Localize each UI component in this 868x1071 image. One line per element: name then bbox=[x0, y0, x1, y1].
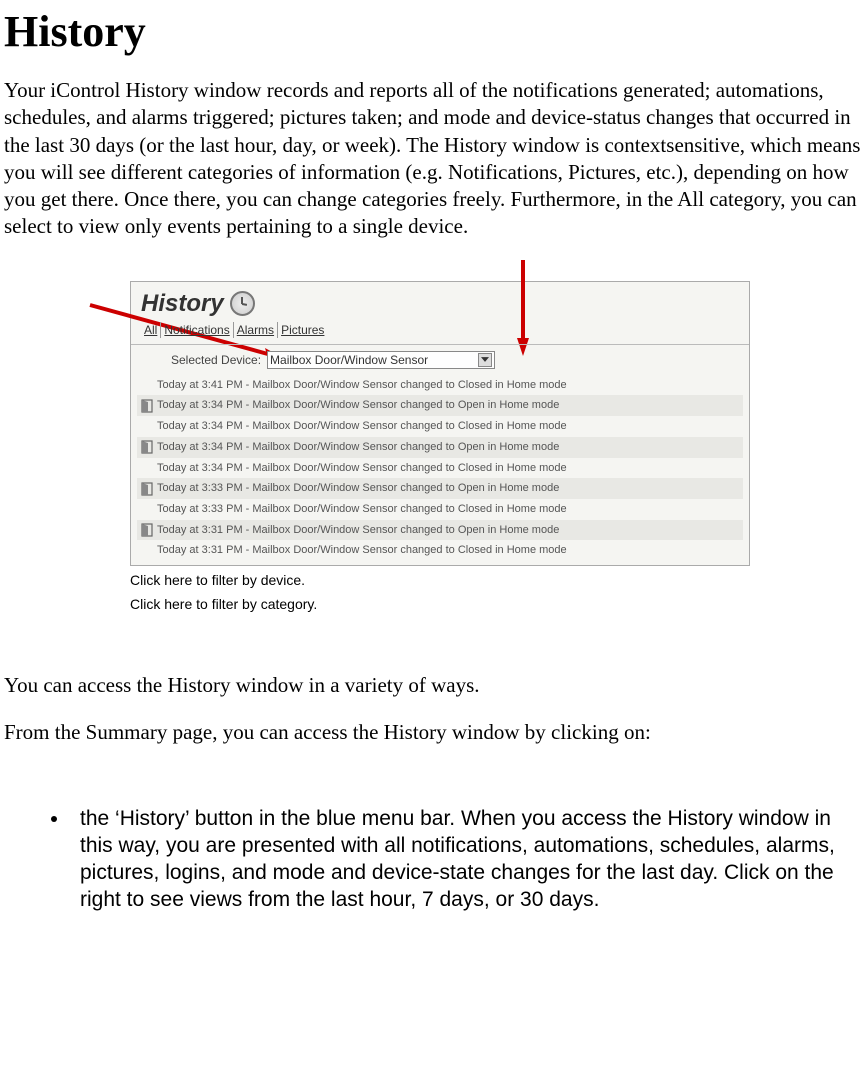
caption-filter-device: Click here to filter by device. bbox=[130, 572, 864, 588]
history-list: Today at 3:41 PM - Mailbox Door/Window S… bbox=[137, 375, 743, 561]
history-row-text: Today at 3:33 PM - Mailbox Door/Window S… bbox=[157, 500, 567, 519]
intro-paragraph: Your iControl History window records and… bbox=[4, 77, 864, 241]
caption-filter-category: Click here to filter by category. bbox=[130, 596, 864, 612]
history-row: Today at 3:34 PM - Mailbox Door/Window S… bbox=[137, 437, 743, 458]
door-open-icon bbox=[141, 523, 153, 537]
door-open-icon bbox=[141, 482, 153, 496]
body-paragraph-1: You can access the History window in a v… bbox=[4, 672, 864, 699]
chevron-down-icon bbox=[478, 353, 492, 367]
history-row: Today at 3:41 PM - Mailbox Door/Window S… bbox=[137, 375, 743, 396]
panel-title: History bbox=[141, 290, 224, 318]
device-selector-label: Selected Device: bbox=[171, 353, 261, 367]
tab-notifications[interactable]: Notifications bbox=[161, 322, 233, 338]
tab-pictures[interactable]: Pictures bbox=[278, 322, 327, 338]
tab-alarms[interactable]: Alarms bbox=[234, 322, 278, 338]
clock-icon bbox=[230, 291, 255, 316]
tab-all[interactable]: All bbox=[141, 322, 161, 338]
history-row-text: Today at 3:31 PM - Mailbox Door/Window S… bbox=[157, 541, 567, 560]
device-select[interactable]: Mailbox Door/Window Sensor bbox=[267, 351, 495, 369]
history-screenshot: History All Notifications Alarms Picture… bbox=[130, 281, 770, 566]
history-row-text: Today at 3:34 PM - Mailbox Door/Window S… bbox=[157, 396, 559, 415]
history-row: Today at 3:34 PM - Mailbox Door/Window S… bbox=[137, 458, 743, 479]
history-row: Today at 3:31 PM - Mailbox Door/Window S… bbox=[137, 540, 743, 561]
history-row: Today at 3:33 PM - Mailbox Door/Window S… bbox=[137, 478, 743, 499]
history-row-text: Today at 3:33 PM - Mailbox Door/Window S… bbox=[157, 479, 559, 498]
list-item: the ‘History’ button in the blue menu ba… bbox=[70, 805, 864, 914]
history-panel: History All Notifications Alarms Picture… bbox=[130, 281, 750, 566]
device-selector-row: Selected Device: Mailbox Door/Window Sen… bbox=[131, 345, 749, 375]
history-row-text: Today at 3:34 PM - Mailbox Door/Window S… bbox=[157, 438, 559, 457]
history-row-text: Today at 3:34 PM - Mailbox Door/Window S… bbox=[157, 417, 567, 436]
panel-title-bar: History bbox=[131, 282, 749, 322]
history-row-text: Today at 3:31 PM - Mailbox Door/Window S… bbox=[157, 521, 559, 540]
page-title: History bbox=[4, 6, 864, 57]
history-row: Today at 3:34 PM - Mailbox Door/Window S… bbox=[137, 416, 743, 437]
access-methods-list: the ‘History’ button in the blue menu ba… bbox=[4, 805, 864, 914]
door-open-icon bbox=[141, 399, 153, 413]
device-select-value: Mailbox Door/Window Sensor bbox=[270, 353, 428, 367]
history-row: Today at 3:34 PM - Mailbox Door/Window S… bbox=[137, 395, 743, 416]
history-row: Today at 3:33 PM - Mailbox Door/Window S… bbox=[137, 499, 743, 520]
history-row-text: Today at 3:41 PM - Mailbox Door/Window S… bbox=[157, 376, 567, 395]
history-row-text: Today at 3:34 PM - Mailbox Door/Window S… bbox=[157, 459, 567, 478]
history-row: Today at 3:31 PM - Mailbox Door/Window S… bbox=[137, 520, 743, 541]
door-open-icon bbox=[141, 440, 153, 454]
body-paragraph-2: From the Summary page, you can access th… bbox=[4, 719, 864, 746]
category-tabs: All Notifications Alarms Pictures bbox=[131, 322, 749, 345]
